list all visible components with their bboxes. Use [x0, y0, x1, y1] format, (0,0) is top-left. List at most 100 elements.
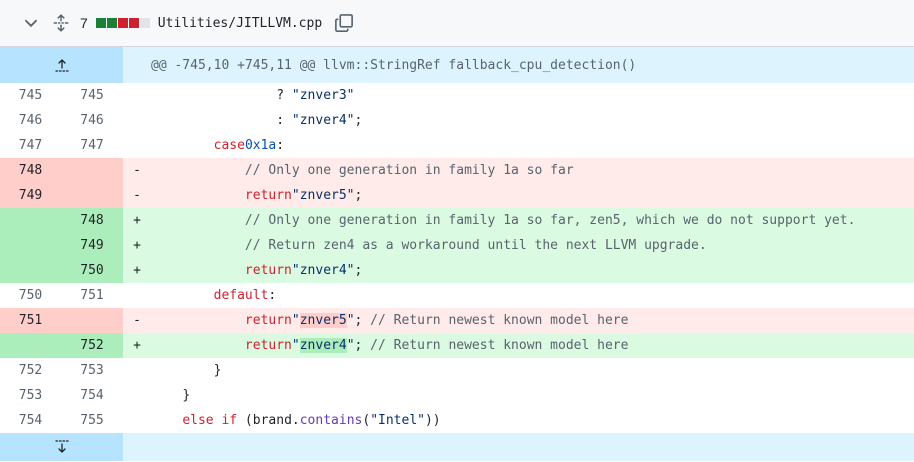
old-line-number[interactable]: 754	[0, 408, 61, 433]
code-text: : "znver4";	[151, 108, 914, 133]
context-line: 753 754 }	[0, 383, 914, 408]
new-line-number[interactable]: 754	[61, 383, 123, 408]
old-line-number[interactable]: 749	[0, 183, 61, 208]
expand-up-icon	[54, 59, 69, 72]
code-text: else if (brand. contains("Intel"))	[151, 408, 914, 433]
context-line: 754 755 else if (brand. contains("Intel"))	[0, 408, 914, 433]
diffstat-box	[128, 18, 139, 28]
comment-token: // Return zen4 as a workaround until the…	[244, 238, 707, 253]
new-line-number[interactable]: 752	[61, 333, 123, 358]
code-text: return "znver4";	[151, 258, 914, 283]
keyword-token: default	[213, 288, 269, 303]
diff-sign	[123, 408, 151, 433]
diff-sign: -	[123, 183, 151, 208]
change-count: 7	[80, 15, 88, 31]
code-token: ))	[424, 413, 441, 428]
code-text: return "znver5";	[151, 183, 914, 208]
added-line: 752 + return " znver4 "; // Return newest k…	[0, 333, 914, 358]
old-line-number[interactable]: 747	[0, 133, 61, 158]
diff-sign: -	[123, 158, 151, 183]
diff-sign	[123, 133, 151, 158]
diff-sign	[123, 83, 151, 108]
old-line-number[interactable]: 751	[0, 308, 61, 333]
new-line-number[interactable]	[61, 183, 123, 208]
code-token: ;	[354, 188, 363, 203]
code-token: ;	[354, 263, 363, 278]
code-text: return " znver4 "; // Return newest known …	[151, 333, 914, 358]
string-token: "	[291, 313, 300, 328]
added-line: 750 + return "znver4";	[0, 258, 914, 283]
context-line: 746 746 : "znver4";	[0, 108, 914, 133]
new-line-number[interactable]: 749	[61, 233, 123, 258]
chevron-down-icon[interactable]	[22, 14, 40, 32]
code-token: :	[151, 113, 292, 128]
keyword-token: else if	[182, 413, 238, 428]
expand-down-button[interactable]	[0, 433, 123, 461]
code-text: // Return zen4 as a workaround until the…	[151, 233, 914, 258]
diff-sign: +	[123, 208, 151, 233]
code-text: }	[151, 358, 914, 383]
expand-all-icon[interactable]	[52, 14, 70, 32]
string-token: "	[291, 338, 300, 353]
old-line-number[interactable]: 746	[0, 108, 61, 133]
new-line-number[interactable]: 748	[61, 208, 123, 233]
new-line-number[interactable]	[61, 158, 123, 183]
context-line: 745 745 ? "znver3"	[0, 83, 914, 108]
code-text: }	[151, 383, 914, 408]
code-token: ;	[354, 313, 371, 328]
old-line-number[interactable]: 752	[0, 358, 61, 383]
context-line: 752 753 }	[0, 358, 914, 383]
new-line-number[interactable]: 753	[61, 358, 123, 383]
old-line-number[interactable]	[0, 233, 61, 258]
new-line-number[interactable]: 745	[61, 83, 123, 108]
file-header: 7 Utilities/JITLLVM.cpp	[0, 0, 914, 47]
new-line-number[interactable]: 755	[61, 408, 123, 433]
new-line-number[interactable]: 747	[61, 133, 123, 158]
string-token: "	[346, 338, 355, 353]
changed-word: znver5	[299, 313, 347, 328]
code-token: }	[182, 388, 191, 403]
code-token: (brand.	[237, 413, 300, 428]
added-line: 748 + // Only one generation in family 1a…	[0, 208, 914, 233]
old-line-number[interactable]: 748	[0, 158, 61, 183]
new-line-number[interactable]: 750	[61, 258, 123, 283]
new-line-number[interactable]: 751	[61, 283, 123, 308]
string-token: "znver3"	[291, 88, 355, 103]
function-token: contains	[299, 413, 363, 428]
keyword-token: return	[244, 313, 292, 328]
diff-sign	[123, 383, 151, 408]
expand-up-button[interactable]	[0, 47, 123, 83]
string-token: "znver4"	[291, 113, 355, 128]
new-line-number[interactable]: 746	[61, 108, 123, 133]
file-name[interactable]: Utilities/JITLLVM.cpp	[158, 16, 322, 31]
old-line-number[interactable]	[0, 333, 61, 358]
diff-table: @@ -745,10 +745,11 @@ llvm::StringRef fa…	[0, 47, 914, 461]
string-token: "	[346, 313, 355, 328]
old-line-number[interactable]	[0, 258, 61, 283]
added-line: 749 + // Return zen4 as a workaround unti…	[0, 233, 914, 258]
old-line-number[interactable]: 753	[0, 383, 61, 408]
code-text: return " znver5 "; // Return newest known …	[151, 308, 914, 333]
code-text: default:	[151, 283, 914, 308]
context-line: 750 751 default:	[0, 283, 914, 308]
diff-sign	[123, 283, 151, 308]
copy-icon[interactable]	[334, 13, 354, 33]
old-line-number[interactable]: 750	[0, 283, 61, 308]
changed-word: znver4	[299, 338, 347, 353]
old-line-number[interactable]	[0, 208, 61, 233]
diffstat-box	[106, 18, 117, 28]
code-token: ?	[151, 88, 292, 103]
old-line-number[interactable]: 745	[0, 83, 61, 108]
code-text: // Only one generation in family 1a so f…	[151, 158, 914, 183]
comment-token: // Return newest known model here	[370, 313, 629, 328]
new-line-number[interactable]	[61, 308, 123, 333]
diff-sign: +	[123, 233, 151, 258]
